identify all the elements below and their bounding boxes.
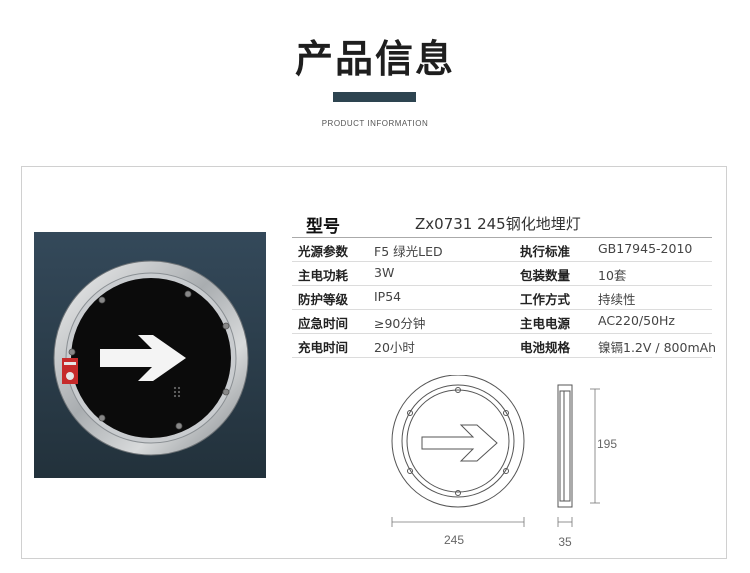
page-title: 产品信息 — [294, 37, 455, 81]
spec-value: IP54 — [374, 289, 402, 304]
spec-value: 3W — [374, 265, 395, 280]
spec-key: 光源参数 — [298, 244, 349, 259]
spec-value: 20小时 — [374, 340, 415, 355]
spec-value: 10套 — [598, 268, 627, 283]
table-row: 主电功耗 3W 包装数量 10套 — [292, 262, 712, 286]
table-row: 应急时间 ≥90分钟 主电电源 AC220/50Hz — [292, 310, 712, 334]
technical-drawing: 245 195 35 — [391, 375, 617, 549]
depth-dimension — [557, 517, 573, 527]
table-row: 光源参数 F5 绿光LED 执行标准 GB17945-2010 — [292, 238, 712, 262]
spec-key: 充电时间 — [298, 340, 349, 355]
model-row: 型号 Zx0731 245钢化地埋灯 — [292, 209, 712, 237]
height-dim-label: 195 — [597, 437, 617, 451]
model-value: Zx0731 245钢化地埋灯 — [415, 215, 581, 233]
spec-key: 执行标准 — [520, 244, 571, 259]
side-view — [557, 384, 573, 508]
spec-value: 镍镉1.2V / 800mAh — [598, 340, 717, 355]
title-underline — [333, 92, 416, 102]
table-row: 充电时间 20小时 电池规格 镍镉1.2V / 800mAh — [292, 334, 716, 358]
spec-value: F5 绿光LED — [374, 244, 443, 259]
width-dim-label: 245 — [444, 533, 464, 547]
model-label: 型号 — [306, 217, 340, 237]
spec-key: 包装数量 — [520, 268, 571, 283]
spec-key: 主电功耗 — [298, 268, 349, 283]
spec-key: 应急时间 — [298, 316, 349, 331]
front-view — [391, 375, 525, 508]
width-dimension — [391, 517, 525, 527]
spec-key: 工作方式 — [520, 292, 571, 307]
spec-key: 电池规格 — [520, 340, 571, 355]
spec-value: ≥90分钟 — [374, 316, 426, 331]
table-row: 防护等级 IP54 工作方式 持续性 — [292, 286, 712, 310]
page-subtitle: PRODUCT INFORMATION — [321, 119, 429, 128]
depth-dim-label: 35 — [558, 535, 572, 549]
spec-value: GB17945-2010 — [598, 241, 693, 256]
spec-table: 光源参数 F5 绿光LED 执行标准 GB17945-2010 主电功耗 3W … — [292, 237, 716, 358]
spec-value: 持续性 — [598, 292, 636, 307]
product-photo — [34, 232, 266, 478]
spec-key: 主电电源 — [520, 316, 571, 331]
spec-key: 防护等级 — [298, 292, 349, 307]
spec-value: AC220/50Hz — [598, 313, 675, 328]
